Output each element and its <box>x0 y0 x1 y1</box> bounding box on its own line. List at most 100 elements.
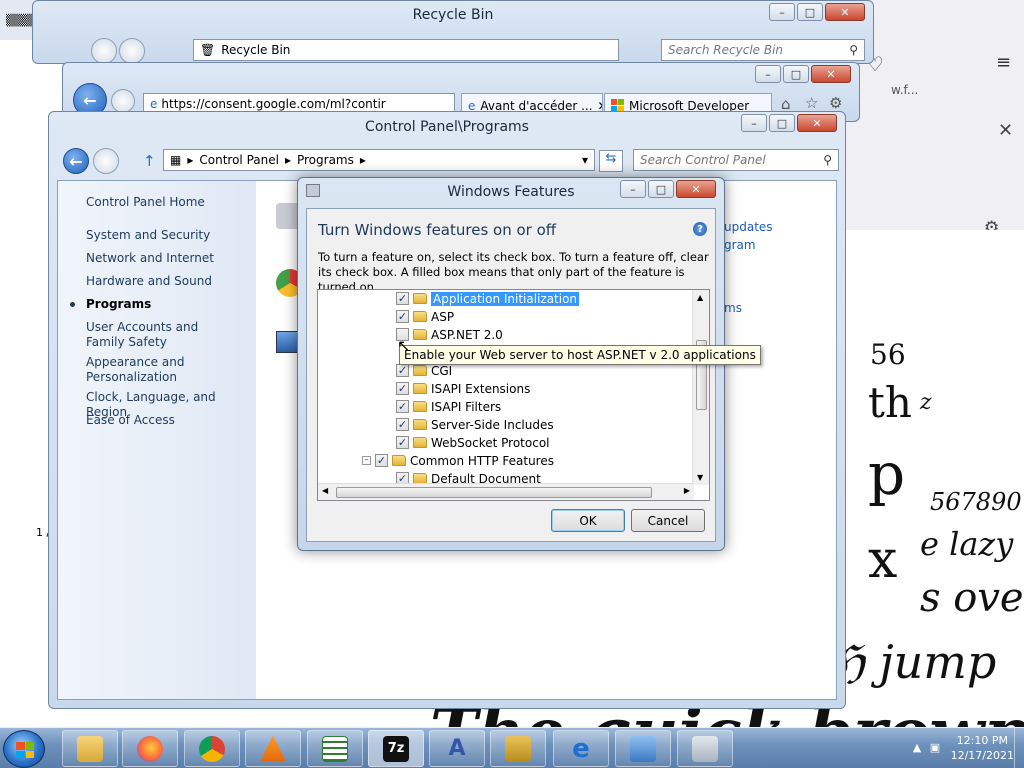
show-hidden-icons[interactable]: ▲ <box>910 741 924 755</box>
link-fragment[interactable]: gram <box>724 238 756 252</box>
horizontal-scrollbar[interactable]: ◀ ▶ <box>318 483 694 500</box>
minimize-button[interactable]: – <box>741 114 767 132</box>
show-desktop-button[interactable] <box>1014 728 1024 768</box>
forward-button[interactable] <box>93 148 119 174</box>
sample-text: p <box>868 440 906 508</box>
vertical-scrollbar[interactable]: ▲ ▼ <box>692 290 709 485</box>
tree-item[interactable]: ✓ Server-Side Includes <box>396 416 554 433</box>
address-bar[interactable]: 🗑 Recycle Bin <box>193 39 619 61</box>
dropdown-icon[interactable]: ▾ <box>582 153 588 167</box>
search-input[interactable]: Search Recycle Bin ⚲ <box>661 39 865 61</box>
taskbar-lock-app[interactable] <box>490 730 546 767</box>
network-icon[interactable]: ▣ <box>928 741 942 755</box>
tree-item[interactable]: ✓ ISAPI Filters <box>396 398 501 415</box>
back-button[interactable]: ← <box>63 148 89 174</box>
sidebar-item-hardware[interactable]: Hardware and Sound <box>86 274 212 289</box>
scroll-right-icon[interactable]: ▶ <box>684 486 690 495</box>
close-button[interactable]: ✕ <box>676 180 716 198</box>
link-fragment[interactable]: ms <box>724 301 742 315</box>
menu-icon[interactable]: ≡ <box>996 52 1011 73</box>
maximize-button[interactable]: □ <box>783 65 809 83</box>
tree-item[interactable]: ✓ ASP <box>396 308 454 325</box>
refresh-button[interactable]: ⇆ <box>599 150 623 172</box>
search-input[interactable]: Search Control Panel ⚲ <box>633 149 839 171</box>
taskbar-chrome[interactable] <box>184 730 240 767</box>
sidebar-item-network[interactable]: Network and Internet <box>86 251 214 266</box>
maximize-button[interactable]: □ <box>797 3 823 21</box>
folder-icon <box>413 311 427 322</box>
back-button[interactable] <box>91 38 117 64</box>
maximize-button[interactable]: □ <box>648 180 674 198</box>
taskbar-list-app[interactable] <box>307 730 363 767</box>
feature-checkbox[interactable]: ✓ <box>396 418 409 431</box>
scroll-left-icon[interactable]: ◀ <box>322 486 328 495</box>
scroll-thumb[interactable] <box>336 487 652 498</box>
tree-item[interactable]: ASP.NET 2.0 <box>396 326 503 343</box>
forward-button[interactable] <box>119 38 145 64</box>
scroll-up-icon[interactable]: ▲ <box>697 293 703 302</box>
clock[interactable]: 12:10 PM 12/17/2021 <box>951 733 1014 763</box>
help-icon[interactable]: ? <box>693 222 707 236</box>
close-button[interactable]: ✕ <box>797 114 837 132</box>
ok-button[interactable]: OK <box>551 509 625 532</box>
link-fragment[interactable]: updates <box>724 220 773 234</box>
forward-button[interactable] <box>111 89 135 113</box>
taskbar-font-app[interactable]: A <box>429 730 485 767</box>
taskbar-7zip[interactable]: 7z <box>368 730 424 767</box>
folder-icon <box>77 735 103 762</box>
feature-checkbox[interactable]: ✓ <box>396 364 409 377</box>
close-icon[interactable]: ✕ <box>998 120 1013 141</box>
cancel-button[interactable]: Cancel <box>631 509 705 532</box>
feature-checkbox[interactable]: ✓ <box>396 436 409 449</box>
feature-checkbox[interactable]: ✓ <box>396 310 409 323</box>
control-panel-icon: ▦ <box>170 153 182 167</box>
gear-icon[interactable]: ⚙ <box>829 94 842 112</box>
collapse-icon[interactable]: – <box>362 456 371 465</box>
tree-item-group[interactable]: – ✓ Common HTTP Features <box>362 452 554 469</box>
sample-text: 56 <box>870 338 906 371</box>
taskbar-vlc[interactable] <box>245 730 301 767</box>
feature-checkbox[interactable]: ✓ <box>396 292 409 305</box>
sample-text: s over <box>920 575 1024 621</box>
feature-checkbox[interactable]: ✓ <box>396 400 409 413</box>
sidebar-item-user-accounts[interactable]: User Accounts and Family Safety <box>86 320 236 350</box>
close-button[interactable]: ✕ <box>811 65 851 83</box>
star-icon[interactable]: ☆ <box>805 94 818 112</box>
sidebar-item-system-security[interactable]: System and Security <box>86 228 210 243</box>
breadcrumb-programs[interactable]: Programs <box>297 153 354 167</box>
breadcrumb-control-panel[interactable]: Control Panel <box>199 153 279 167</box>
minimize-button[interactable]: – <box>620 180 646 198</box>
folder-icon <box>413 419 427 430</box>
feature-checkbox[interactable]: ✓ <box>396 382 409 395</box>
taskbar-control-panel[interactable] <box>615 730 671 767</box>
sample-text: e lazy d <box>920 525 1024 563</box>
minimize-button[interactable]: – <box>769 3 795 21</box>
recycle-bin-icon <box>692 735 718 762</box>
sidebar-item-home[interactable]: Control Panel Home <box>86 195 205 210</box>
tree-item[interactable]: ✓ Application Initialization <box>396 290 580 307</box>
address-bar[interactable]: ▦ ▸ Control Panel ▸ Programs ▸ ▾ <box>163 149 595 171</box>
start-button[interactable] <box>3 730 45 768</box>
ie-icon: e <box>150 97 158 111</box>
taskbar-firefox[interactable] <box>122 730 178 767</box>
tree-item[interactable]: ✓ WebSocket Protocol <box>396 434 550 451</box>
vlc-icon <box>260 735 286 762</box>
folder-icon <box>392 455 406 466</box>
sidebar-item-ease[interactable]: Ease of Access <box>86 413 175 428</box>
tree-item[interactable]: ✓ ISAPI Extensions <box>396 380 530 397</box>
mouse-cursor-icon: ↖ <box>397 336 411 355</box>
close-button[interactable]: ✕ <box>825 3 865 21</box>
taskbar-explorer[interactable] <box>62 730 118 767</box>
ie-icon: e <box>572 733 590 764</box>
taskbar-recycle[interactable] <box>677 730 733 767</box>
up-arrow-icon[interactable]: ↑ <box>143 152 156 170</box>
features-tree[interactable]: ✓ Application Initialization ✓ ASP ASP.N… <box>317 289 710 501</box>
taskbar-ie[interactable]: e <box>553 730 609 767</box>
sidebar-item-appearance[interactable]: Appearance and Personalization <box>86 355 196 385</box>
recycle-bin-window: Recycle Bin – □ ✕ 🗑 Recycle Bin Search R… <box>32 0 874 64</box>
maximize-button[interactable]: □ <box>769 114 795 132</box>
scroll-down-icon[interactable]: ▼ <box>697 473 703 482</box>
minimize-button[interactable]: – <box>755 65 781 83</box>
feature-checkbox[interactable]: ✓ <box>375 454 388 467</box>
sidebar-item-programs[interactable]: Programs <box>86 297 151 312</box>
